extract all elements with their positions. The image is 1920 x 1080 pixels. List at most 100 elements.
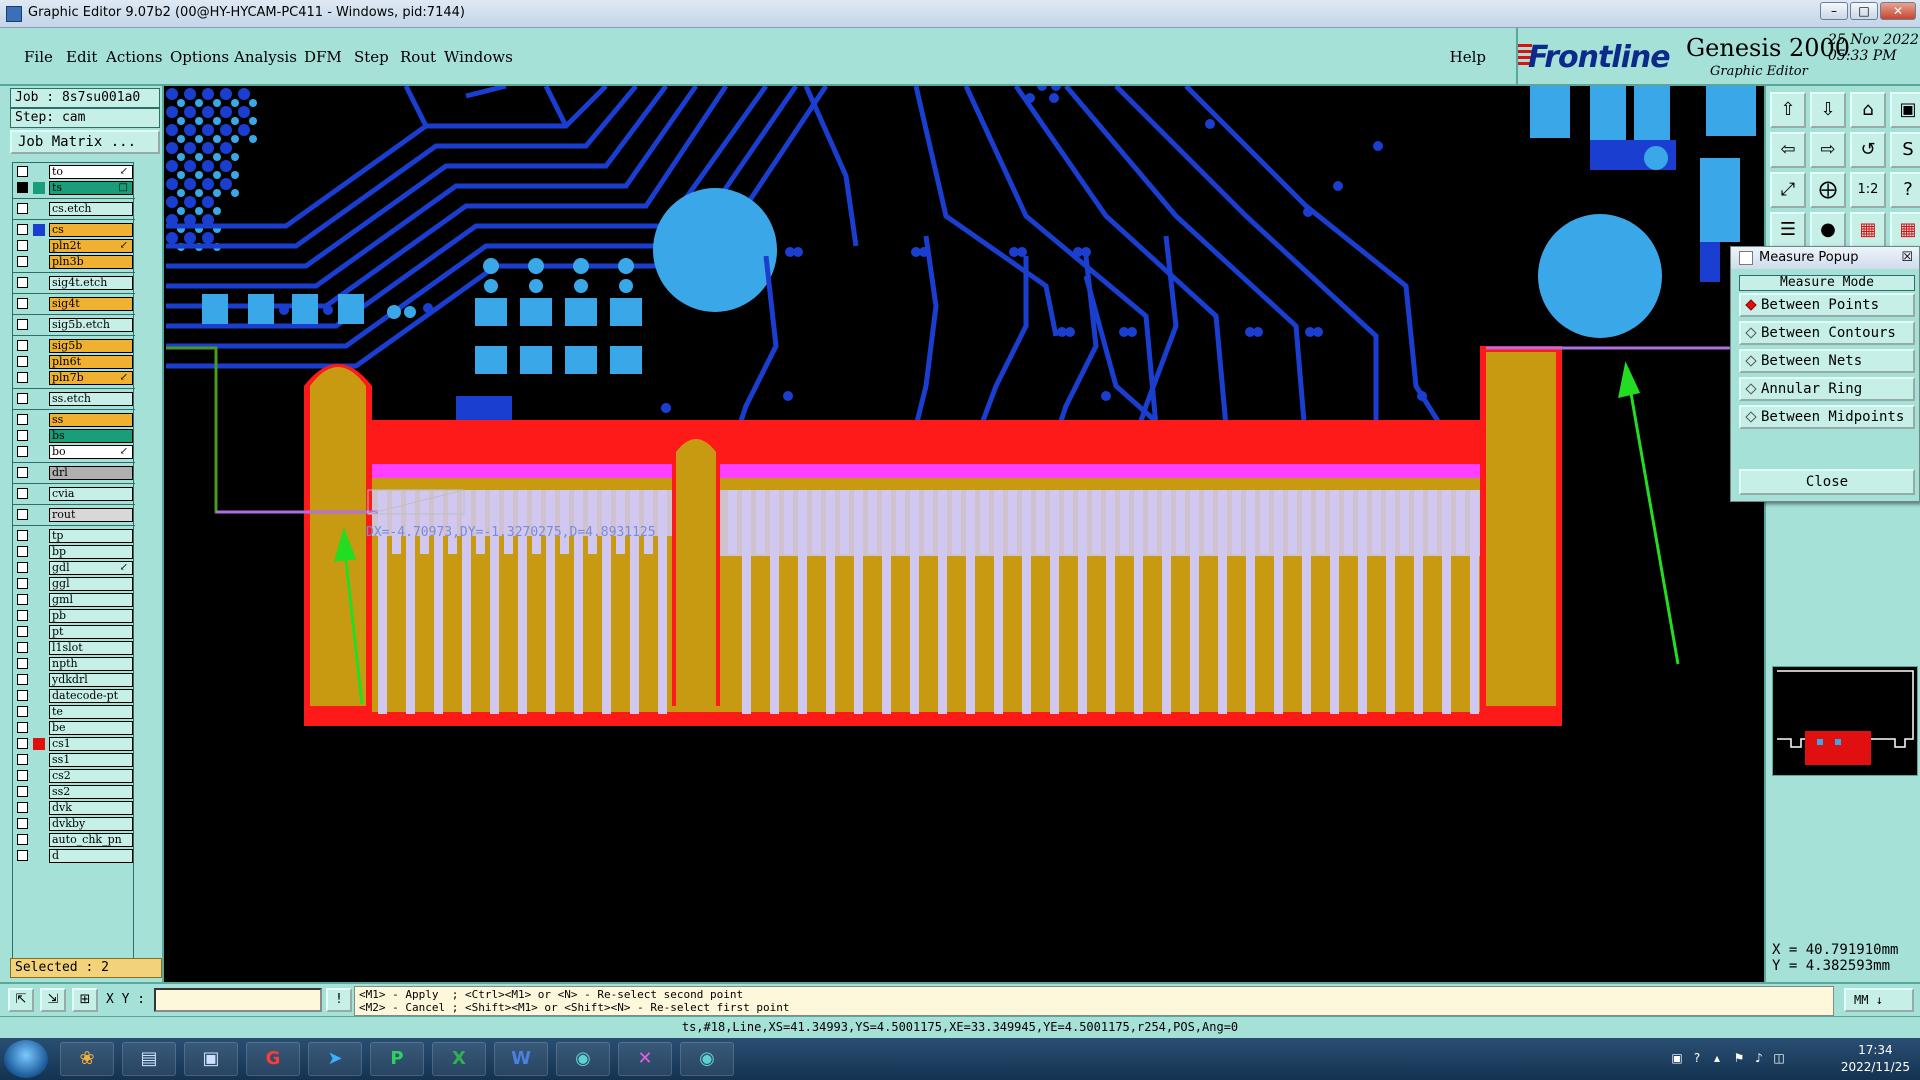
layer-row[interactable]: cs2 (13, 769, 135, 783)
start-icon[interactable] (4, 1040, 48, 1078)
pan-right-icon[interactable]: ⇨ (1810, 132, 1846, 168)
layer-name[interactable]: ss (49, 413, 133, 427)
layer-name[interactable]: rout (49, 508, 133, 522)
overview-map[interactable] (1772, 666, 1918, 776)
layer-checkbox[interactable] (17, 277, 28, 288)
layer-name[interactable]: drl (49, 466, 133, 480)
mode-between-contours[interactable]: Between Contours (1739, 321, 1915, 345)
menu-edit[interactable]: Edit (66, 48, 97, 66)
layer-row[interactable]: bs (13, 429, 135, 443)
help-icon[interactable]: ? (1890, 172, 1920, 208)
layer-checkbox[interactable] (17, 509, 28, 520)
red-g-app-icon[interactable]: G (246, 1042, 300, 1076)
layer-name[interactable]: pb (49, 609, 133, 623)
layer-name[interactable]: pln7b ↙ (49, 371, 133, 385)
layer-name[interactable]: npth (49, 657, 133, 671)
layer-name[interactable]: ts □ (49, 181, 133, 195)
menu-analysis[interactable]: Analysis (234, 48, 297, 66)
layer-checkbox[interactable] (17, 182, 28, 193)
layer-row[interactable]: gdl ↙ (13, 561, 135, 575)
layer-checkbox[interactable] (17, 786, 28, 797)
layer-name[interactable]: auto_chk_pn (49, 833, 133, 847)
layer-checkbox[interactable] (17, 850, 28, 861)
layer-checkbox[interactable] (17, 298, 28, 309)
snap-icon[interactable]: S (1890, 132, 1920, 168)
window-icon[interactable]: ▣ (1890, 92, 1920, 128)
layer-row[interactable]: ss1 (13, 753, 135, 767)
layer-row[interactable]: dvkby (13, 817, 135, 831)
menu-step[interactable]: Step (354, 48, 389, 66)
layer-name[interactable]: sig4t.etch (49, 276, 133, 290)
layer-name[interactable]: bs (49, 429, 133, 443)
zoom-home-icon[interactable]: ⇧ (1770, 92, 1806, 128)
layer-checkbox[interactable] (17, 446, 28, 457)
layer-row[interactable]: ss2 (13, 785, 135, 799)
layer-checkbox[interactable] (17, 393, 28, 404)
layer-row[interactable]: pln7b ↙ (13, 371, 135, 385)
monitor-icon[interactable]: ◫ (1772, 1051, 1786, 1065)
green-p-app-icon[interactable]: P (370, 1042, 424, 1076)
notepad-icon[interactable]: ▤ (122, 1042, 176, 1076)
layer-row[interactable]: gml (13, 593, 135, 607)
layer-row[interactable]: be (13, 721, 135, 735)
layer-checkbox[interactable] (17, 674, 28, 685)
xy-input[interactable] (154, 988, 322, 1012)
layer-name[interactable]: l1slot (49, 641, 133, 655)
popup-close-icon[interactable]: ☒ (1901, 247, 1913, 269)
layer-row[interactable]: sig5b.etch (13, 318, 135, 332)
grid-tool-icon[interactable]: ⊞ (72, 988, 98, 1012)
measure-icon[interactable]: ☰ (1770, 212, 1806, 248)
layer-name[interactable]: tp (49, 529, 133, 543)
layer-row[interactable]: sig4t.etch (13, 276, 135, 290)
layer-name[interactable]: ss2 (49, 785, 133, 799)
highlight-icon[interactable]: ▦ (1890, 212, 1920, 248)
speaker-icon[interactable]: ♪ (1752, 1051, 1766, 1065)
layer-row[interactable]: pb (13, 609, 135, 623)
layer-name[interactable]: gml (49, 593, 133, 607)
layer-checkbox[interactable] (17, 770, 28, 781)
layer-checkbox[interactable] (17, 430, 28, 441)
x-app-icon[interactable]: ✕ (618, 1042, 672, 1076)
help-tray-icon[interactable]: ? (1690, 1051, 1704, 1065)
select-icon[interactable]: ● (1810, 212, 1846, 248)
layer-name[interactable]: cs.etch (49, 202, 133, 216)
layer-name[interactable]: ydkdrl (49, 673, 133, 687)
layer-checkbox[interactable] (17, 594, 28, 605)
layer-checkbox[interactable] (17, 562, 28, 573)
pan-left-icon[interactable]: ⇦ (1770, 132, 1806, 168)
graphic-canvas[interactable]: DX=-4.70973,DY=-1.3270275,D=4.8931125 (166, 86, 1764, 982)
layer-checkbox[interactable] (17, 166, 28, 177)
center-icon[interactable]: ⨁ (1810, 172, 1846, 208)
layer-checkbox[interactable] (17, 467, 28, 478)
layer-row[interactable]: datecode-pt (13, 689, 135, 703)
layer-checkbox[interactable] (17, 802, 28, 813)
layer-row[interactable]: auto_chk_pn (13, 833, 135, 847)
flag-icon[interactable]: ⚑ (1732, 1051, 1746, 1065)
layer-row[interactable]: te (13, 705, 135, 719)
layer-row[interactable]: rout (13, 508, 135, 522)
layer-checkbox[interactable] (17, 690, 28, 701)
layer-row[interactable]: to ↙ (13, 165, 135, 179)
layer-row[interactable]: dvk (13, 801, 135, 815)
layer-row[interactable]: tp (13, 529, 135, 543)
layer-checkbox[interactable] (17, 340, 28, 351)
genesis-app-icon[interactable]: ◉ (680, 1042, 734, 1076)
layer-checkbox[interactable] (17, 626, 28, 637)
layer-row[interactable]: cvia (13, 487, 135, 501)
menu-windows[interactable]: Windows (444, 48, 513, 66)
layer-row[interactable]: sig4t (13, 297, 135, 311)
layer-row[interactable]: bp (13, 545, 135, 559)
redraw-icon[interactable]: ↺ (1850, 132, 1886, 168)
layer-row[interactable]: npth (13, 657, 135, 671)
layer-row[interactable]: pt (13, 625, 135, 639)
layer-row[interactable]: cs1 (13, 737, 135, 751)
shell-app-icon[interactable]: ❀ (60, 1042, 114, 1076)
layer-name[interactable]: cs2 (49, 769, 133, 783)
layer-checkbox[interactable] (17, 738, 28, 749)
layer-checkbox[interactable] (17, 530, 28, 541)
layer-row[interactable]: ydkdrl (13, 673, 135, 687)
layer-checkbox[interactable] (17, 578, 28, 589)
select-tool-icon[interactable]: ⇱ (8, 988, 34, 1012)
eye-app-icon[interactable]: ◉ (556, 1042, 610, 1076)
menu-file[interactable]: File (24, 48, 53, 66)
